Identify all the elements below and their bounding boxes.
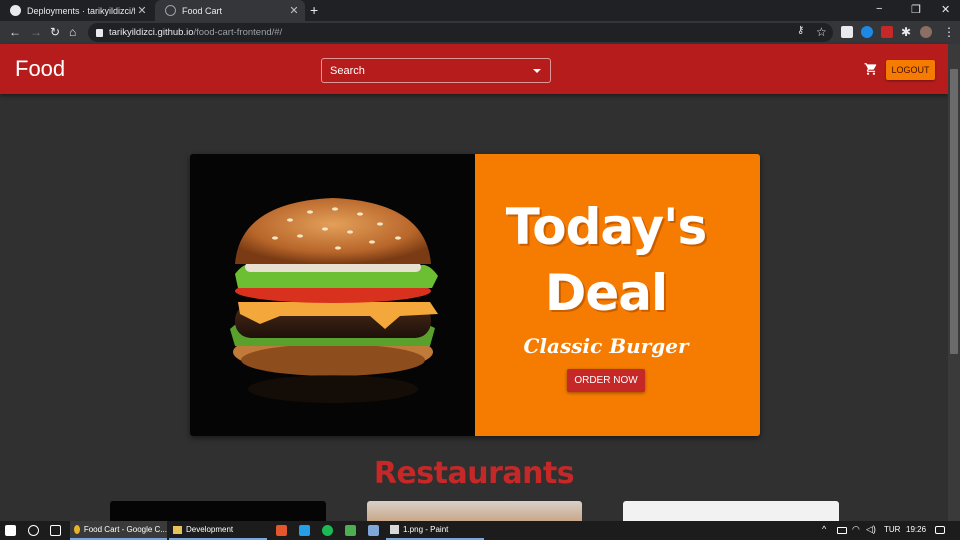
key-icon[interactable]: ⚷ <box>797 25 804 36</box>
search-icon[interactable] <box>28 525 39 536</box>
deal-subtitle: Classic Burger <box>523 334 689 358</box>
taskbar-item-chrome[interactable]: Food Cart - Google C... <box>70 521 167 540</box>
url-path: /food-cart-frontend/#/ <box>193 27 283 38</box>
order-now-button[interactable]: ORDER NOW <box>567 369 645 392</box>
extension-red-icon[interactable] <box>881 26 893 38</box>
app-logo[interactable]: Food <box>15 56 65 82</box>
shield-icon[interactable] <box>345 525 356 536</box>
vscode-icon[interactable] <box>299 525 310 536</box>
home-icon[interactable]: ⌂ <box>69 25 76 39</box>
forward-arrow-icon[interactable]: → <box>30 25 42 39</box>
restaurants-heading: Restaurants <box>373 456 575 491</box>
url-host: tarikyildizci.github.io <box>109 27 194 38</box>
tab-title: Food Cart <box>182 5 223 16</box>
office-icon[interactable] <box>276 525 287 536</box>
tab-food-cart[interactable]: Food Cart ✕ <box>155 0 305 21</box>
extensions-puzzle-icon[interactable]: ✱ <box>901 25 911 39</box>
logout-button[interactable]: LOGOUT <box>886 60 935 80</box>
spotify-icon[interactable] <box>322 525 333 536</box>
close-tab-icon[interactable]: ✕ <box>287 4 301 17</box>
reload-icon[interactable]: ↻ <box>50 25 60 39</box>
bookmark-star-icon[interactable]: ☆ <box>816 25 827 39</box>
volume-icon[interactable]: ◁) <box>866 524 876 535</box>
tab-deployments[interactable]: Deployments · tarikyildizci/food- ✕ <box>0 0 153 21</box>
scrollbar-thumb[interactable] <box>950 69 958 354</box>
windows-start-icon[interactable] <box>5 525 16 536</box>
search-label: Search <box>330 64 365 77</box>
react-devtools-icon[interactable] <box>861 26 873 38</box>
taskbar-item-paint[interactable]: 1.png - Paint <box>386 521 484 540</box>
tab-title: Deployments · tarikyildizci/food- <box>27 5 135 16</box>
close-window-button[interactable]: ✕ <box>941 3 950 16</box>
restaurant-card-1[interactable] <box>110 501 326 521</box>
close-tab-icon[interactable]: ✕ <box>135 4 149 17</box>
deal-title-line2: Deal <box>544 264 668 322</box>
deal-panel: Today's Deal Classic Burger ORDER NOW <box>475 154 760 436</box>
minimize-button[interactable]: − <box>876 3 882 15</box>
app-header: Food Search LOGOUT <box>0 44 948 94</box>
restore-button[interactable]: ❐ <box>911 3 921 16</box>
chevron-down-icon <box>533 69 541 73</box>
language-indicator[interactable]: TUR <box>884 525 900 534</box>
browser-tab-strip: Deployments · tarikyildizci/food- ✕ Food… <box>0 0 960 21</box>
restaurant-card-2[interactable] <box>367 501 582 521</box>
burger-illustration <box>230 198 438 403</box>
back-arrow-icon[interactable]: ← <box>9 25 21 39</box>
battery-icon[interactable] <box>837 527 847 534</box>
paint-icon <box>390 525 399 534</box>
wifi-icon[interactable]: ◠ <box>852 524 860 535</box>
extension-icon[interactable] <box>841 26 853 38</box>
taskbar-label: 1.png - Paint <box>403 525 449 534</box>
menu-kebab-icon[interactable]: ⋮ <box>943 25 955 39</box>
deal-title-line1: Today's <box>505 198 707 256</box>
todays-deal-card: Today's Deal Classic Burger ORDER NOW <box>190 154 760 436</box>
github-icon <box>10 5 21 16</box>
notification-icon[interactable] <box>935 526 945 534</box>
search-select[interactable]: Search <box>321 58 551 83</box>
taskbar-label: Food Cart - Google C... <box>83 525 167 534</box>
shopping-cart-icon[interactable] <box>864 62 878 76</box>
address-toolbar: ← → ↻ ⌂ tarikyildizci.github.io/food-car… <box>0 21 960 44</box>
tray-chevron-up-icon[interactable]: ^ <box>822 524 826 534</box>
task-view-icon[interactable] <box>50 525 61 536</box>
new-tab-button[interactable]: + <box>310 2 318 18</box>
url-bar[interactable]: tarikyildizci.github.io/food-cart-fronte… <box>88 23 833 42</box>
clock[interactable]: 19:26 <box>906 525 926 534</box>
taskbar-label: Development <box>186 525 234 534</box>
globe-icon <box>165 5 176 16</box>
chrome-icon <box>74 525 80 534</box>
page-scrollbar[interactable] <box>948 44 960 521</box>
app-icon[interactable] <box>368 525 379 536</box>
lock-icon <box>96 28 103 37</box>
folder-icon <box>173 525 182 534</box>
avatar[interactable] <box>920 26 932 38</box>
restaurant-card-3[interactable] <box>623 501 839 521</box>
os-taskbar: Food Cart - Google C... Development 1.pn… <box>0 521 960 540</box>
taskbar-item-development[interactable]: Development <box>169 521 267 540</box>
burger-image <box>190 154 475 436</box>
